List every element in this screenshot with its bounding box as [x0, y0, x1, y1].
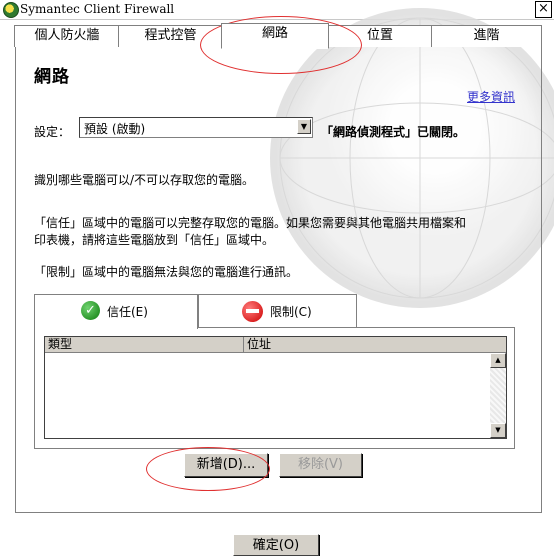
trusted-zone-label: 信任(E): [107, 305, 148, 319]
tab-program-control[interactable]: 程式控管: [118, 25, 223, 47]
setting-label: 設定：: [34, 125, 71, 139]
column-header-type[interactable]: 類型: [45, 337, 244, 353]
remove-button[interactable]: 移除(V): [279, 453, 362, 477]
tab-location[interactable]: 位置: [327, 25, 433, 47]
ok-button[interactable]: 確定(O): [233, 534, 319, 556]
column-header-address[interactable]: 位址: [244, 337, 506, 353]
page-title: 網路: [34, 67, 70, 87]
tab-personal-firewall[interactable]: 個人防火牆: [14, 25, 120, 47]
scroll-up-icon[interactable]: ▲: [490, 353, 506, 368]
add-button[interactable]: 新增(D)...: [184, 453, 268, 477]
check-circle-icon: ✓: [81, 301, 100, 320]
scroll-down-icon[interactable]: ▼: [490, 423, 506, 438]
trusted-description-line-2: 印表機，請將這些電腦放到「信任」區域中。: [34, 233, 275, 247]
restricted-description: 「限制」區域中的電腦無法與您的電腦進行通訊。: [34, 265, 299, 279]
intro-text: 識別哪些電腦可以/不可以存取您的電腦。: [34, 173, 255, 187]
setting-select[interactable]: 預設 (啟動) ▼: [79, 117, 313, 138]
restricted-zone-label: 限制(C): [270, 305, 312, 319]
more-info-link[interactable]: 更多資訊: [467, 88, 515, 105]
no-entry-icon: [242, 301, 263, 322]
tab-network[interactable]: 網路: [221, 23, 329, 49]
app-globe-icon: [3, 2, 19, 18]
tab-trusted-zone[interactable]: ✓ 信任(E): [34, 294, 198, 329]
tab-restricted-zone[interactable]: 限制(C): [198, 294, 357, 327]
tab-advanced[interactable]: 進階: [431, 25, 542, 47]
window-title: Symantec Client Firewall: [20, 2, 175, 16]
detector-status: 「網路偵測程式」已關閉。: [321, 125, 466, 139]
list-scrollbar[interactable]: ▲ ▼: [490, 353, 506, 438]
setting-select-value: 預設 (啟動): [84, 122, 146, 136]
chevron-down-icon[interactable]: ▼: [297, 119, 311, 134]
zone-computer-list[interactable]: 類型 位址 ▲ ▼: [44, 336, 507, 439]
trusted-description-line-1: 「信任」區域中的電腦可以完整存取您的電腦。如果您需要與其他電腦共用檔案和: [34, 216, 467, 230]
